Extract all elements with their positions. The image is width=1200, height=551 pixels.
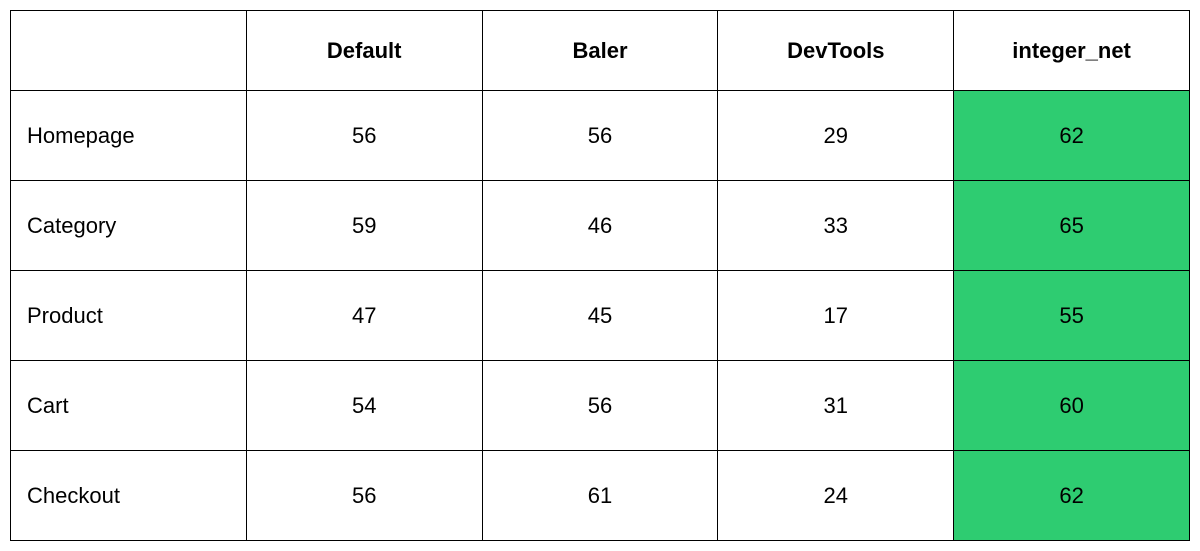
cell-value: 56 [482,361,718,451]
cell-value: 56 [482,91,718,181]
comparison-table: Default Baler DevTools integer_net Homep… [10,10,1190,541]
cell-value: 56 [246,451,482,541]
cell-value: 61 [482,451,718,541]
header-integer-net: integer_net [954,11,1190,91]
row-label-product: Product [11,271,247,361]
cell-value: 24 [718,451,954,541]
cell-value-highlight: 62 [954,91,1190,181]
cell-value: 45 [482,271,718,361]
table-header-row: Default Baler DevTools integer_net [11,11,1190,91]
row-label-checkout: Checkout [11,451,247,541]
header-default: Default [246,11,482,91]
header-baler: Baler [482,11,718,91]
cell-value: 59 [246,181,482,271]
header-blank [11,11,247,91]
cell-value: 56 [246,91,482,181]
cell-value: 17 [718,271,954,361]
cell-value-highlight: 65 [954,181,1190,271]
table-row: Cart 54 56 31 60 [11,361,1190,451]
cell-value-highlight: 62 [954,451,1190,541]
row-label-category: Category [11,181,247,271]
cell-value: 47 [246,271,482,361]
table-row: Product 47 45 17 55 [11,271,1190,361]
cell-value: 46 [482,181,718,271]
cell-value-highlight: 55 [954,271,1190,361]
table-row: Homepage 56 56 29 62 [11,91,1190,181]
cell-value: 31 [718,361,954,451]
cell-value-highlight: 60 [954,361,1190,451]
cell-value: 33 [718,181,954,271]
table-row: Checkout 56 61 24 62 [11,451,1190,541]
row-label-homepage: Homepage [11,91,247,181]
header-devtools: DevTools [718,11,954,91]
table-row: Category 59 46 33 65 [11,181,1190,271]
cell-value: 54 [246,361,482,451]
cell-value: 29 [718,91,954,181]
row-label-cart: Cart [11,361,247,451]
